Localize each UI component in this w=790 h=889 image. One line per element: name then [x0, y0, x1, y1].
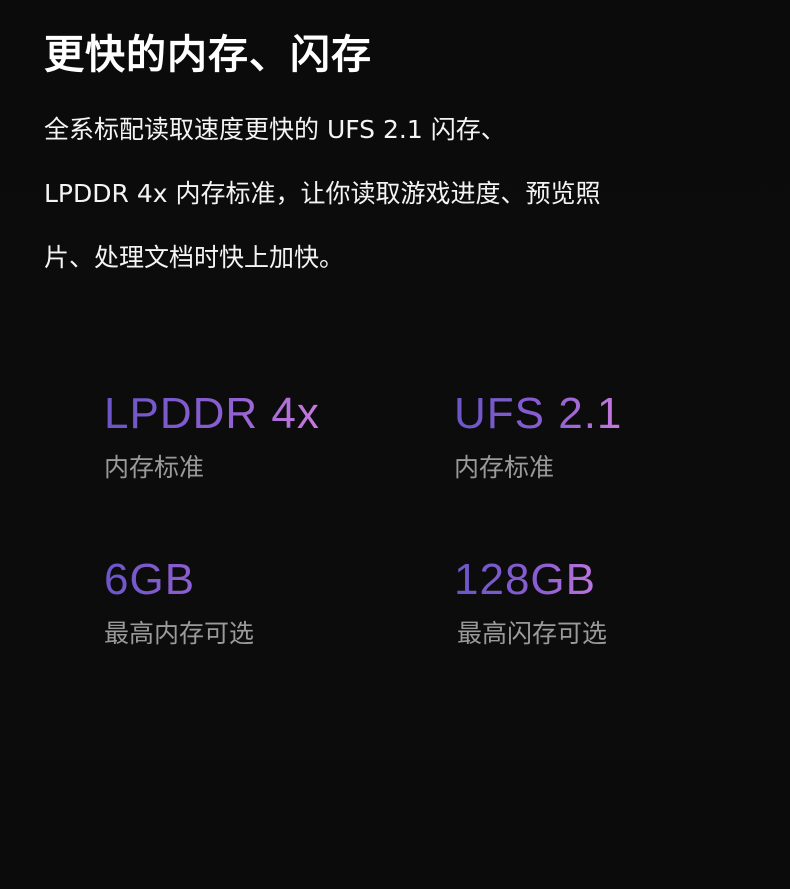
memory-storage-section: 更快的内存、闪存 全系标配读取速度更快的 UFS 2.1 闪存、 LPDDR 4…	[0, 0, 790, 889]
spec-storage-standard: UFS 2.1 内存标准	[454, 386, 622, 486]
spec-value: 6GB	[104, 552, 254, 608]
spec-max-storage: 128GB 最高闪存可选	[454, 552, 607, 652]
spec-label: 内存标准	[104, 453, 205, 482]
description-line: LPDDR 4x 内存标准，让你读取游戏进度、预览照	[44, 179, 601, 208]
spec-label: 内存标准	[454, 453, 555, 482]
page-title: 更快的内存、闪存	[44, 31, 372, 78]
spec-label: 最高内存可选	[104, 619, 255, 648]
spec-memory-standard: LPDDR 4x 内存标准	[104, 386, 320, 486]
description-line: 全系标配读取速度更快的 UFS 2.1 闪存、	[44, 115, 506, 144]
description-paragraph: 全系标配读取速度更快的 UFS 2.1 闪存、 LPDDR 4x 内存标准，让你…	[44, 98, 744, 290]
spec-value: 128GB	[454, 552, 607, 608]
spec-value: UFS 2.1	[454, 386, 622, 442]
description-line: 片、处理文档时快上加快。	[44, 243, 345, 272]
spec-label: 最高闪存可选	[457, 619, 608, 648]
spec-max-memory: 6GB 最高内存可选	[104, 552, 254, 652]
spec-value: LPDDR 4x	[104, 386, 320, 442]
